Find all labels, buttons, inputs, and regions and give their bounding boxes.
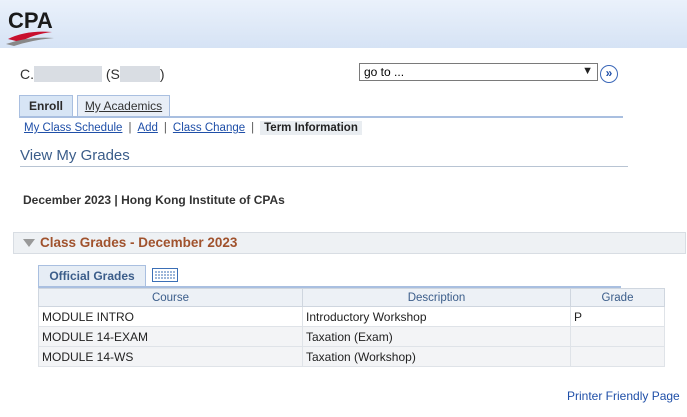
class-grades-section-header[interactable]: Class Grades - December 2023	[13, 232, 686, 254]
grade-cell: P	[570, 306, 665, 327]
term-info: December 2023 | Hong Kong Institute of C…	[23, 193, 285, 207]
header-banner	[0, 0, 687, 48]
section-title: Class Grades - December 2023	[40, 235, 238, 250]
goto-value: go to ...	[364, 65, 405, 79]
tab-official-grades[interactable]: Official Grades	[38, 265, 146, 287]
logo-swoosh-icon	[6, 31, 54, 46]
name-prefix: C.	[20, 66, 34, 82]
tabs-divider	[19, 116, 623, 118]
tab-my-academics[interactable]: My Academics	[77, 95, 170, 117]
redacted-id	[119, 66, 160, 82]
show-all-columns-icon[interactable]	[152, 268, 178, 282]
tab-enroll[interactable]: Enroll	[19, 95, 73, 118]
current-term-information: Term Information	[260, 121, 362, 135]
printer-friendly-link[interactable]: Printer Friendly Page	[567, 389, 680, 403]
grades-table: Course Description Grade MODULE INTRO In…	[38, 288, 665, 367]
page-title: View My Grades	[20, 147, 130, 164]
chevron-down-icon: ▼	[582, 65, 593, 77]
description-cell: Taxation (Workshop)	[302, 346, 571, 367]
cpa-logo: CPA	[6, 6, 66, 46]
description-cell: Taxation (Exam)	[302, 326, 571, 347]
tab-my-academics-label: My Academics	[84, 99, 163, 113]
link-add[interactable]: Add	[137, 122, 157, 134]
link-class-change[interactable]: Class Change	[173, 122, 245, 134]
goto-select[interactable]: go to ... ▼	[359, 63, 598, 81]
collapse-triangle-icon[interactable]	[23, 239, 35, 247]
link-my-class-schedule[interactable]: My Class Schedule	[24, 122, 122, 134]
grade-cell	[570, 326, 665, 347]
redacted-name	[34, 66, 102, 82]
table-row: MODULE 14-EXAM Taxation (Exam)	[38, 326, 665, 347]
grade-cell	[570, 346, 665, 367]
description-cell: Introductory Workshop	[302, 306, 571, 327]
column-header-description[interactable]: Description	[302, 288, 571, 307]
title-divider	[20, 166, 628, 167]
course-cell: MODULE INTRO	[38, 306, 303, 327]
goto-button[interactable]: »	[600, 65, 618, 83]
student-name: C. (S)	[20, 66, 165, 82]
column-header-course[interactable]: Course	[38, 288, 303, 307]
table-row: MODULE 14-WS Taxation (Workshop)	[38, 346, 665, 367]
course-cell: MODULE 14-EXAM	[38, 326, 303, 347]
sub-navigation: My Class Schedule | Add | Class Change | Term …	[24, 121, 362, 138]
separator: |	[251, 122, 255, 134]
name-suffix: )	[159, 66, 165, 82]
separator: |	[163, 122, 167, 134]
table-header-row: Course Description Grade	[38, 288, 665, 307]
separator: |	[128, 122, 132, 134]
column-header-grade[interactable]: Grade	[570, 288, 665, 307]
name-mid: (S	[102, 66, 120, 82]
table-row: MODULE INTRO Introductory Workshop P	[38, 306, 665, 327]
course-cell: MODULE 14-WS	[38, 346, 303, 367]
